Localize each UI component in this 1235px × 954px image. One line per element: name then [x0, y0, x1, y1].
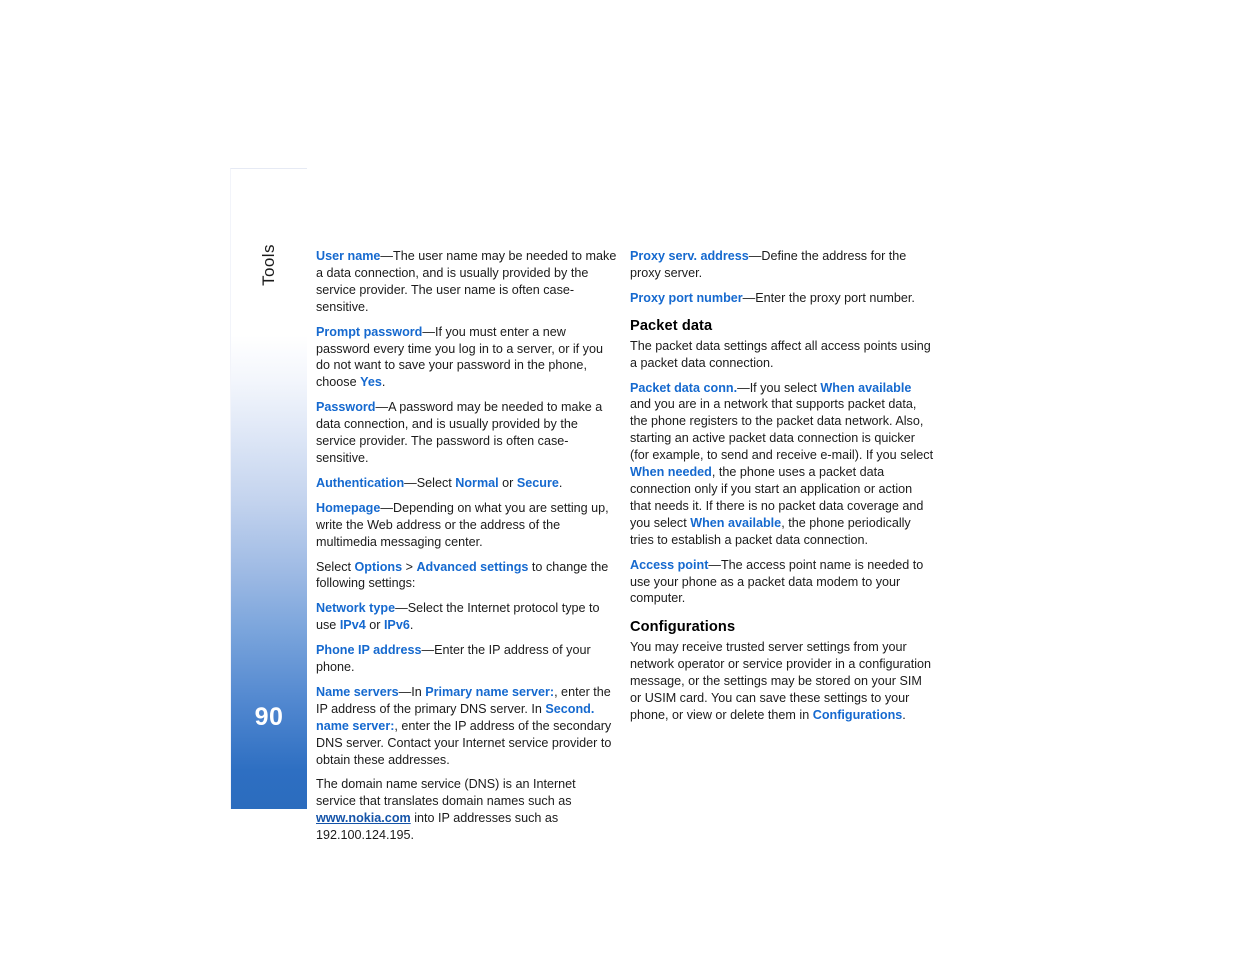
- term-homepage: Homepage: [316, 500, 381, 515]
- term-proxy-serv-address: Proxy serv. address: [630, 249, 749, 263]
- paragraph-homepage: Homepage—Depending on what you are setti…: [316, 500, 619, 551]
- left-text-column: User name—The user name may be needed to…: [316, 248, 619, 852]
- term-authentication: Authentication: [316, 475, 405, 490]
- option-secure: Secure: [516, 475, 559, 490]
- term-proxy-port-number: Proxy port number: [630, 290, 743, 305]
- paragraph-access-point: Access point—The access point name is ne…: [630, 557, 935, 608]
- paragraph-configurations: You may receive trusted server settings …: [630, 639, 935, 724]
- paragraph-packet-data-conn: Packet data conn.—If you select When ava…: [630, 380, 935, 549]
- menu-separator: >: [402, 559, 417, 574]
- heading-packet-data: Packet data: [630, 317, 713, 334]
- term-password: Password: [316, 400, 376, 415]
- body-configurations-2: .: [902, 707, 906, 722]
- option-ipv4: IPv4: [339, 618, 366, 633]
- term-phone-ip-address: Phone IP address: [316, 643, 422, 658]
- body-authentication-3: .: [558, 475, 563, 490]
- paragraph-name-servers: Name servers—In Primary name server:, en…: [316, 684, 619, 769]
- paragraph-password: Password—A password may be needed to mak…: [316, 399, 619, 467]
- body-packet-data-conn-1: —If you select: [737, 380, 821, 395]
- link-nokia-website[interactable]: www.nokia.com: [316, 811, 411, 825]
- body-packet-data-conn-2: and you are in a network that supports p…: [630, 397, 934, 463]
- term-network-type: Network type: [316, 601, 396, 616]
- term-access-point: Access point: [630, 557, 709, 572]
- option-when-needed: When needed: [630, 465, 712, 480]
- body-name-servers-1: —In: [398, 684, 426, 699]
- paragraph-user-name: User name—The user name may be needed to…: [316, 248, 619, 316]
- menu-options: Options: [354, 559, 403, 574]
- menu-advanced-settings: Advanced settings: [416, 559, 529, 574]
- body-packet-data-intro: The packet data settings affect all acce…: [630, 338, 931, 370]
- body-prompt-password-2: .: [381, 375, 386, 390]
- paragraph-network-type: Network type—Select the Internet protoco…: [316, 600, 619, 634]
- option-when-available-1: When available: [820, 380, 912, 395]
- body-network-type-3: .: [409, 618, 414, 633]
- option-normal: Normal: [455, 475, 499, 490]
- paragraph-proxy-port-number: Proxy port number—Enter the proxy port n…: [630, 290, 935, 307]
- option-ipv6: IPv6: [383, 618, 410, 633]
- term-name-servers: Name servers: [316, 684, 399, 699]
- paragraph-packet-data-intro: The packet data settings affect all acce…: [630, 338, 935, 372]
- field-primary-name-server: Primary name server:: [425, 684, 555, 699]
- term-user-name: User name: [316, 249, 381, 263]
- option-yes: Yes: [360, 375, 382, 390]
- paragraph-prompt-password: Prompt password—If you must enter a new …: [316, 324, 619, 392]
- body-proxy-port-number: —Enter the proxy port number.: [742, 290, 915, 305]
- paragraph-proxy-serv-address: Proxy serv. address—Define the address f…: [630, 248, 935, 282]
- menu-configurations: Configurations: [812, 707, 903, 722]
- right-text-column: Proxy serv. address—Define the address f…: [630, 248, 935, 732]
- body-dns-1: The domain name service (DNS) is an Inte…: [316, 777, 576, 809]
- chapter-label: Tools: [259, 244, 278, 286]
- body-network-type-2: or: [365, 618, 384, 633]
- body-authentication-1: —Select: [404, 475, 456, 490]
- term-prompt-password: Prompt password: [316, 324, 423, 339]
- body-select-options-1: Select: [316, 559, 355, 574]
- paragraph-authentication: Authentication—Select Normal or Secure.: [316, 475, 619, 492]
- paragraph-select-options: Select Options > Advanced settings to ch…: [316, 559, 619, 593]
- paragraph-phone-ip-address: Phone IP address—Enter the IP address of…: [316, 642, 619, 676]
- body-authentication-2: or: [498, 475, 517, 490]
- option-when-available-2: When available: [690, 515, 782, 530]
- document-page: Tools 90 User name—The user name may be …: [0, 0, 1235, 954]
- paragraph-dns-explanation: The domain name service (DNS) is an Inte…: [316, 776, 619, 844]
- page-number: 90: [254, 703, 284, 731]
- heading-configurations: Configurations: [630, 619, 736, 636]
- term-packet-data-conn: Packet data conn.: [630, 380, 738, 395]
- chapter-tab-sidebar: Tools 90: [230, 168, 307, 809]
